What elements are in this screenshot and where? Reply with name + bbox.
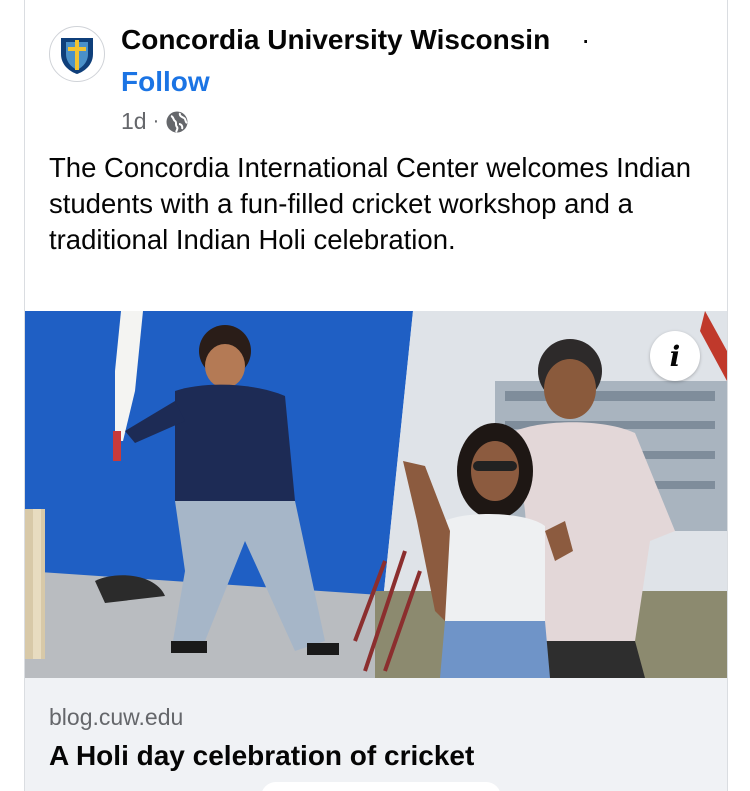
post-time[interactable]: 1d (121, 108, 147, 135)
post-header: Concordia University Wisconsin · Follow … (25, 0, 727, 140)
link-preview[interactable]: blog.cuw.edu A Holi day celebration of c… (25, 678, 727, 791)
link-title[interactable]: A Holi day celebration of cricket (49, 740, 474, 772)
meta-separator: · (152, 110, 160, 132)
globe-icon[interactable] (165, 110, 189, 134)
post-photo-illustration (25, 311, 727, 678)
ad-info-button[interactable]: i (650, 331, 700, 381)
link-domain: blog.cuw.edu (49, 704, 184, 730)
name-separator: · (581, 24, 591, 55)
page-name-link[interactable]: Concordia University Wisconsin (121, 24, 550, 56)
university-logo-icon (61, 38, 93, 74)
post-text: The Concordia International Center welco… (49, 152, 692, 255)
post-photo[interactable]: i (25, 311, 727, 678)
post-card: Concordia University Wisconsin · Follow … (24, 0, 728, 791)
post-meta: 1d · (121, 108, 189, 135)
bottom-pill (261, 782, 501, 791)
page-avatar[interactable] (49, 26, 105, 82)
follow-button[interactable]: Follow (121, 66, 210, 98)
